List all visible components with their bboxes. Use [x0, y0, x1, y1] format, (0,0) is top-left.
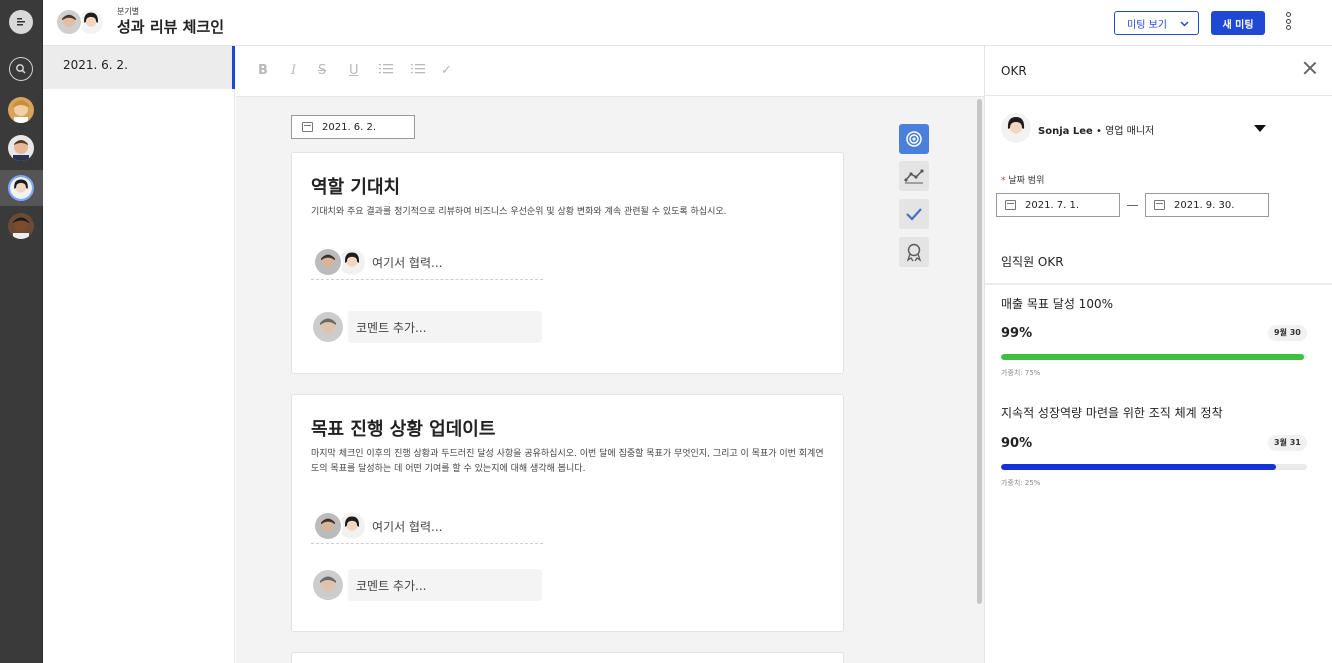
objective-due-badge: 3월 31	[1268, 435, 1307, 451]
okr-panel-title: OKR	[1001, 64, 1027, 78]
collaborate-field[interactable]: 여기서 협력...	[311, 508, 543, 544]
award-icon[interactable]	[899, 237, 929, 267]
bold-button[interactable]: B	[258, 63, 268, 78]
collaborate-label: 여기서 협력...	[372, 520, 443, 534]
comment-area: 코멘트 추가...	[311, 569, 542, 601]
section-description: 마지막 체크인 이후의 진행 상황과 두드러진 달성 사항을 공유하십시오. 이…	[311, 449, 824, 474]
page-title: 성과 리뷰 체크인	[117, 18, 225, 36]
section-card: 역할 기대치 기대치와 주요 결과를 정기적으로 리뷰하여 비즈니스 우선순위 …	[291, 152, 844, 374]
comment-input[interactable]: 코멘트 추가...	[348, 569, 542, 601]
search-icon[interactable]	[9, 57, 33, 81]
date-range-end-field[interactable]: 2021. 9. 30.	[1145, 193, 1269, 217]
collaborate-label: 여기서 협력...	[372, 256, 443, 270]
objective-progress-bar	[1001, 464, 1307, 470]
collaborate-field[interactable]: 여기서 협력...	[311, 244, 543, 280]
objective-due-badge: 9월 30	[1268, 325, 1307, 341]
meeting-view-button[interactable]: 미팅 보기	[1114, 11, 1199, 35]
italic-button[interactable]: I	[291, 63, 296, 78]
check-icon[interactable]	[899, 199, 929, 229]
divider	[985, 283, 1332, 285]
participants-avatars	[55, 8, 107, 38]
date-range-label: * 날짜 범위	[1001, 176, 1045, 186]
avatar	[313, 570, 343, 600]
section-card: 목표 진행 상황 업데이트 마지막 체크인 이후의 진행 상황과 두드러진 달성…	[291, 394, 844, 632]
calendar-icon	[1005, 200, 1016, 210]
more-options-icon[interactable]	[1283, 11, 1293, 35]
user-role: 영업 매니저	[1105, 126, 1155, 137]
date-range-end: 2021. 9. 30.	[1174, 199, 1235, 211]
check-button[interactable]: ✓	[441, 63, 452, 78]
format-toolbar: B I S U ✓	[236, 46, 984, 97]
trend-icon[interactable]	[899, 161, 929, 191]
comment-input[interactable]: 코멘트 추가...	[348, 311, 542, 343]
checkin-date-value: 2021. 6. 2.	[322, 121, 377, 133]
date-range-start: 2021. 7. 1.	[1025, 199, 1080, 211]
objective-percent: 99%	[1001, 326, 1033, 341]
comment-area: 코멘트 추가...	[311, 311, 542, 343]
objective-weight: 가중치: 25%	[1001, 479, 1041, 487]
calendar-icon	[302, 122, 313, 132]
range-dash	[1127, 205, 1138, 206]
objective-percent: 90%	[1001, 436, 1033, 451]
objective-title[interactable]: 매출 목표 달성 100%	[1001, 295, 1113, 312]
objective-weight: 가중치: 75%	[1001, 369, 1041, 377]
underline-button[interactable]: U	[349, 63, 359, 78]
scrollbar-thumb[interactable]	[977, 99, 982, 604]
avatar	[313, 247, 343, 277]
checkin-date-field[interactable]: 2021. 6. 2.	[291, 115, 415, 139]
date-range-start-field[interactable]: 2021. 7. 1.	[996, 193, 1120, 217]
employee-okr-heading: 임직원 OKR	[1001, 255, 1064, 269]
objective-progress-bar	[1001, 354, 1307, 360]
caret-down-icon[interactable]	[1254, 125, 1266, 132]
section-title: 목표 진행 상황 업데이트	[311, 419, 496, 440]
target-icon[interactable]	[899, 124, 929, 154]
okr-panel: OKR Sonja Lee • 영업 매니저 * 날짜 범위 2021. 7. …	[984, 46, 1332, 663]
left-rail	[0, 0, 43, 663]
checkin-date-list: 2021. 6. 2.	[43, 46, 235, 663]
user-name: Sonja Lee	[1038, 126, 1093, 137]
avatar	[1001, 113, 1031, 143]
bullet-list-icon[interactable]	[411, 63, 426, 79]
avatar	[313, 511, 343, 541]
progress-fill	[1001, 464, 1277, 470]
list-icon[interactable]	[9, 10, 33, 34]
editor-scrollbar[interactable]	[975, 97, 984, 663]
objective-title[interactable]: 지속적 성장역량 마련을 위한 조직 체계 정착	[1001, 404, 1223, 421]
avatar	[313, 312, 343, 342]
avatar[interactable]	[8, 175, 34, 201]
avatar[interactable]	[8, 97, 34, 123]
new-meeting-button[interactable]: 새 미팅	[1211, 11, 1265, 35]
avatar	[55, 8, 83, 36]
section-title: 역할 기대치	[311, 177, 401, 198]
okr-panel-header: OKR	[985, 46, 1332, 96]
strikethrough-button[interactable]: S	[318, 63, 326, 78]
calendar-icon	[1154, 200, 1165, 210]
progress-fill	[1001, 354, 1304, 360]
meeting-view-label: 미팅 보기	[1127, 19, 1167, 31]
app-window: 분기별 성과 리뷰 체크인 미팅 보기 새 미팅 2021. 6. 2. B I…	[0, 0, 1332, 663]
numbered-list-icon[interactable]	[379, 63, 394, 79]
avatar[interactable]	[8, 135, 34, 161]
date-list-item[interactable]: 2021. 6. 2.	[43, 46, 235, 89]
user-selector[interactable]: Sonja Lee • 영업 매니저	[1038, 122, 1154, 137]
section-card	[291, 652, 844, 663]
top-header: 분기별 성과 리뷰 체크인 미팅 보기 새 미팅	[43, 0, 1332, 46]
avatar[interactable]	[8, 213, 34, 239]
close-icon[interactable]	[1303, 61, 1317, 75]
section-description: 기대치와 주요 결과를 정기적으로 리뷰하여 비즈니스 우선순위 및 상황 변화…	[311, 207, 727, 217]
chevron-down-icon	[1180, 21, 1189, 27]
